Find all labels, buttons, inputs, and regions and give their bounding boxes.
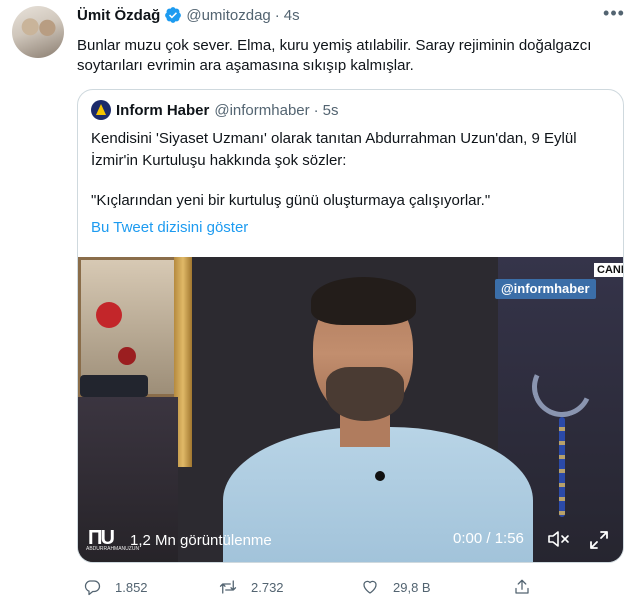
separator-dot: · [274, 6, 280, 24]
heart-icon [363, 580, 377, 594]
video-time: 0:00 / 1:56 [453, 530, 524, 547]
bead-ornament [559, 417, 565, 517]
tweet-header: Ümit Özdağ @umitozdag · 4s [77, 6, 300, 24]
quoted-tweet-text: Kendisini 'Siyaset Uzmanı' olarak tanıta… [91, 130, 577, 169]
retweet-icon [219, 580, 237, 594]
separator-dot: · [313, 101, 319, 119]
show-thread-link[interactable]: Bu Tweet dizisini göster [91, 219, 248, 236]
quoted-tweet[interactable]: Inform Haber @informhaber · 5s Kendisini… [77, 89, 624, 563]
tweet-actions: 1.852 2.732 29,8 B [77, 578, 597, 602]
fullscreen-icon[interactable] [588, 529, 610, 551]
retweet-count: 2.732 [251, 579, 284, 595]
background-typewriter [80, 375, 148, 397]
author-handle[interactable]: @umitozdag [186, 7, 270, 24]
reply-count: 1.852 [115, 579, 148, 595]
tweet[interactable]: Ümit Özdağ @umitozdag · 4s ••• Bunlar mu… [0, 0, 640, 611]
author-avatar[interactable] [12, 6, 64, 58]
speaker-hair [311, 277, 416, 325]
quoted-author-handle: @informhaber [214, 101, 310, 119]
verified-badge-icon [165, 7, 182, 23]
tweet-time[interactable]: 4s [284, 7, 300, 24]
quoted-author-name: Inform Haber [116, 101, 210, 119]
quoted-tweet-header: Inform Haber @informhaber · 5s [91, 100, 338, 120]
reply-icon [84, 580, 101, 596]
share-button[interactable] [513, 578, 545, 596]
like-count: 29,8 B [393, 579, 431, 595]
share-icon [515, 579, 529, 594]
more-options-icon[interactable]: ••• [602, 4, 626, 26]
creator-logo: ΠU ABDURRAHMANUZUN [86, 527, 139, 553]
background-flower [96, 302, 122, 328]
volume-muted-icon[interactable] [547, 529, 571, 549]
background-flower [118, 347, 136, 365]
creator-logo-subtitle: ABDURRAHMANUZUN [86, 546, 140, 552]
reply-button[interactable]: 1.852 [83, 578, 148, 596]
retweet-button[interactable]: 2.732 [219, 578, 284, 596]
quoted-tweet-quote-line: "Kıçlarından yeni bir kurtuluş günü oluş… [91, 192, 491, 209]
view-count: 1,2 Mn görüntülenme [130, 531, 272, 549]
author-name[interactable]: Ümit Özdağ [77, 7, 160, 24]
video-player[interactable]: CANI @informhaber ΠU ABDURRAHMANUZUN 1,2… [78, 257, 623, 562]
quoted-author-avatar [91, 100, 111, 120]
tweet-text: Bunlar muzu çok sever. Elma, kuru yemiş … [77, 37, 592, 74]
like-button[interactable]: 29,8 B [361, 578, 431, 596]
quoted-tweet-time: 5s [322, 101, 339, 119]
video-handle-watermark: @informhaber [495, 279, 596, 299]
lapel-microphone [375, 471, 385, 481]
video-views: ΠU ABDURRAHMANUZUN 1,2 Mn görüntülenme [86, 527, 272, 553]
channel-corner-watermark: CANI [594, 263, 623, 277]
speaker-beard [326, 367, 404, 421]
